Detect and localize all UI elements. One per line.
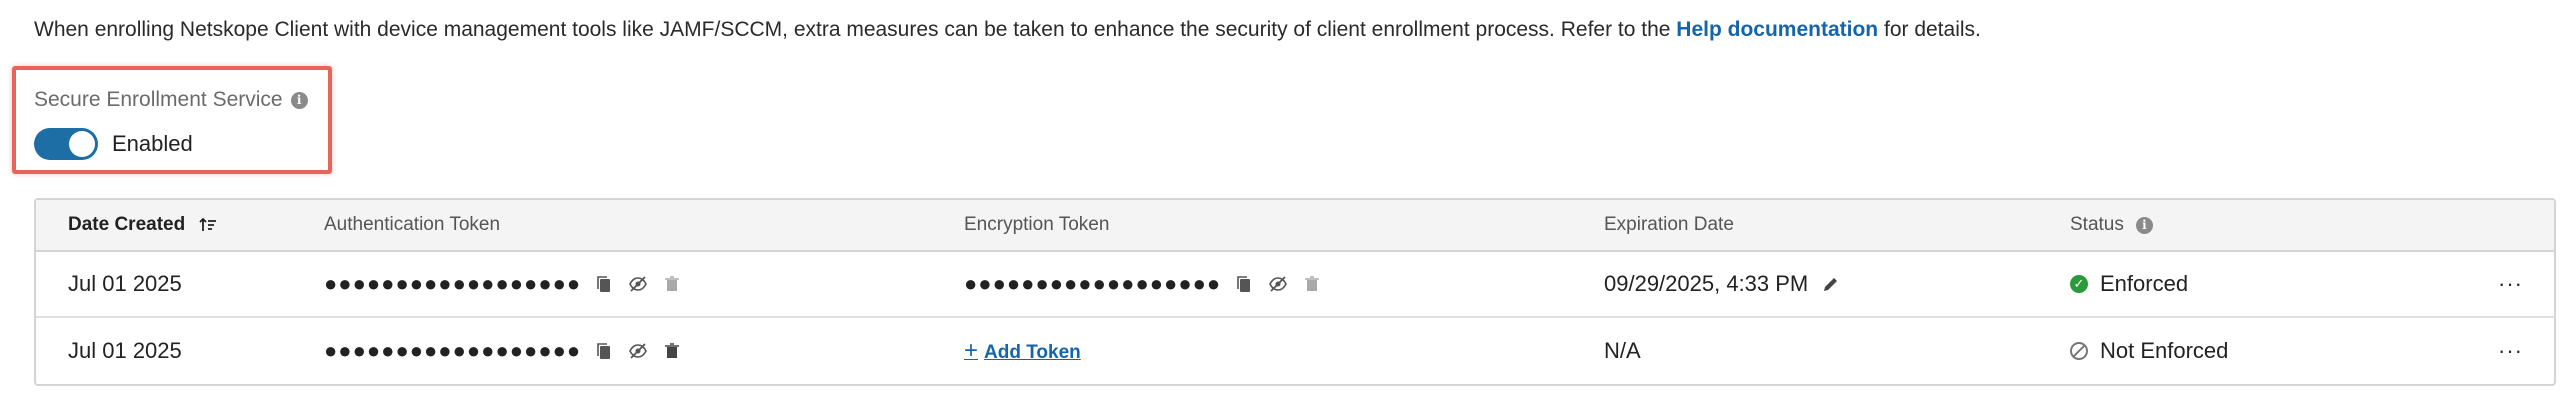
- status-value: Not Enforced: [2100, 338, 2229, 363]
- intro-description: When enrolling Netskope Client with devi…: [34, 18, 1671, 41]
- auth-token-masked: ●●●●●●●●●●●●●●●●●●: [324, 338, 582, 363]
- eye-off-icon[interactable]: [1267, 273, 1289, 295]
- header-date-created[interactable]: Date Created: [68, 200, 219, 250]
- info-icon[interactable]: i: [290, 91, 308, 109]
- enc-token-cell: ●●●●●●●●●●●●●●●●●●: [964, 252, 1323, 316]
- check-circle-icon: ✓: [2070, 275, 2088, 293]
- eye-off-icon[interactable]: [627, 273, 649, 295]
- status-cell: Not Enforced: [2070, 318, 2228, 384]
- plus-icon: +: [964, 337, 979, 364]
- expiration-value: 09/29/2025, 4:33 PM: [1604, 271, 1809, 296]
- add-token-button[interactable]: + Add Token: [964, 337, 1081, 365]
- copy-icon[interactable]: [593, 340, 615, 362]
- header-enc-token: Encryption Token: [964, 214, 1110, 235]
- toggle-state-label: Enabled: [112, 131, 193, 156]
- enc-token-cell: + Add Token: [964, 318, 1081, 384]
- add-token-label: Add Token: [984, 342, 1081, 363]
- delete-icon[interactable]: [1301, 273, 1323, 295]
- intro-text: When enrolling Netskope Client with devi…: [34, 18, 1981, 42]
- intro-suffix: for details.: [1883, 18, 1981, 41]
- status-cell: ✓ Enforced: [2070, 252, 2188, 316]
- header-auth-token: Authentication Token: [324, 214, 501, 235]
- auth-token-masked: ●●●●●●●●●●●●●●●●●●: [324, 271, 582, 296]
- copy-icon[interactable]: [1233, 273, 1255, 295]
- tokens-table: Date Created Authentication Token Encryp…: [34, 198, 2556, 386]
- row-more-menu[interactable]: ···: [2498, 318, 2523, 384]
- delete-icon[interactable]: [661, 340, 683, 362]
- status-value: Enforced: [2100, 271, 2189, 296]
- table-header: Date Created Authentication Token Encryp…: [36, 200, 2554, 252]
- sort-ascending-icon[interactable]: [197, 214, 219, 236]
- secure-enrollment-toggle[interactable]: [34, 128, 98, 160]
- copy-icon[interactable]: [593, 273, 615, 295]
- table-row: Jul 01 2025 ●●●●●●●●●●●●●●●●●● ●●●●●●●●●…: [36, 252, 2554, 318]
- delete-icon[interactable]: [661, 273, 683, 295]
- secure-enrollment-toggle-row: Enabled: [34, 128, 193, 160]
- auth-token-cell: ●●●●●●●●●●●●●●●●●●: [324, 252, 683, 316]
- secure-enrollment-label: Secure Enrollment Service i: [34, 88, 308, 112]
- help-documentation-link[interactable]: Help documentation: [1676, 18, 1878, 41]
- not-enforced-icon: [2070, 342, 2088, 360]
- expiration-cell: 09/29/2025, 4:33 PM: [1604, 252, 1842, 316]
- table-row: Jul 01 2025 ●●●●●●●●●●●●●●●●●● + Add Toke…: [36, 318, 2554, 384]
- header-date-created-label: Date Created: [68, 214, 186, 235]
- row-more-menu[interactable]: ···: [2498, 252, 2523, 316]
- header-status-label: Status: [2070, 214, 2124, 235]
- status-info-icon[interactable]: i: [2135, 216, 2153, 234]
- auth-token-cell: ●●●●●●●●●●●●●●●●●●: [324, 318, 683, 384]
- expiration-cell: N/A: [1604, 338, 1641, 363]
- date-created-cell: Jul 01 2025: [68, 271, 182, 296]
- toggle-knob: [69, 131, 95, 157]
- pencil-edit-icon[interactable]: [1820, 273, 1842, 295]
- eye-off-icon[interactable]: [627, 340, 649, 362]
- header-status: Status i: [2070, 200, 2153, 250]
- header-expiration: Expiration Date: [1604, 214, 1734, 235]
- date-created-cell: Jul 01 2025: [68, 338, 182, 363]
- enc-token-masked: ●●●●●●●●●●●●●●●●●●: [964, 271, 1222, 296]
- secure-enrollment-label-text: Secure Enrollment Service: [34, 88, 283, 111]
